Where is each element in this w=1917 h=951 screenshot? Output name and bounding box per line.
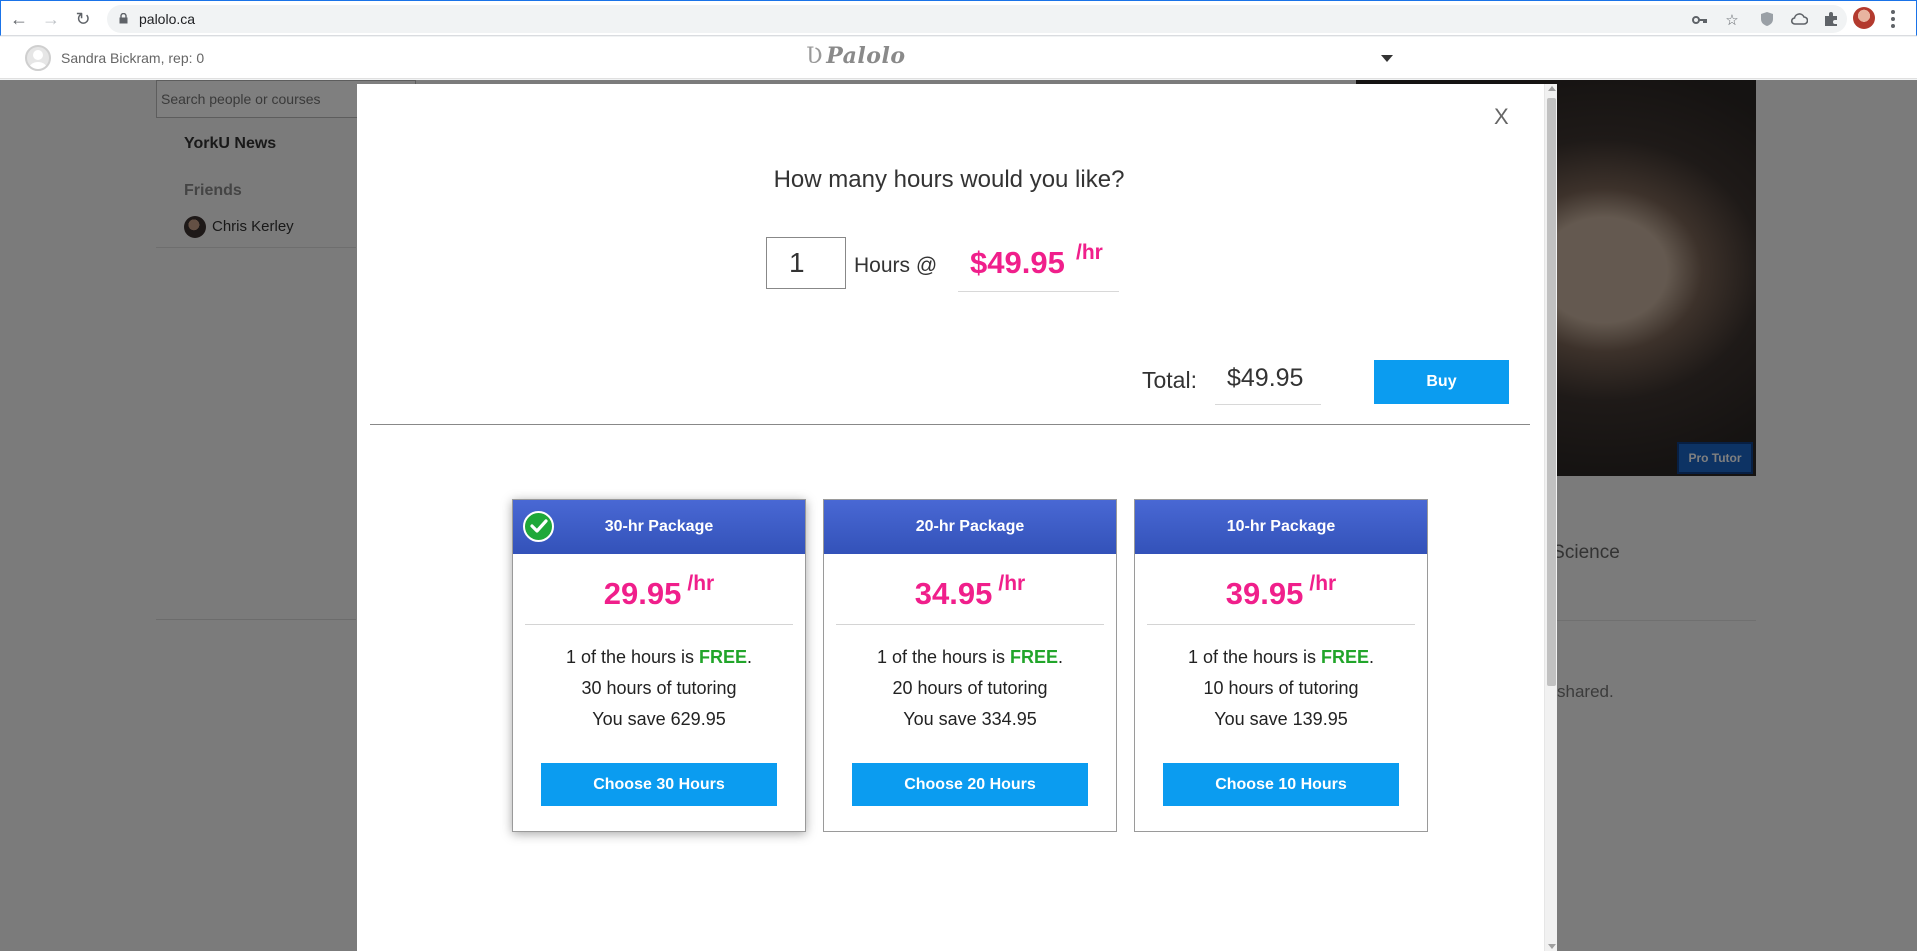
free-word: FREE — [699, 647, 748, 667]
logo-mark: Ʋ — [806, 44, 824, 69]
buy-button[interactable]: Buy — [1374, 360, 1509, 404]
divider — [836, 624, 1104, 625]
hours-line: 10 hours of tutoring — [1203, 678, 1359, 698]
package-price-unit: /hr — [1309, 572, 1337, 595]
shield-icon[interactable] — [1755, 7, 1779, 31]
rate-price: $49.95 — [970, 245, 1065, 280]
browser-toolbar: ← → ↻ palolo.ca ☆ — [0, 0, 1917, 36]
scroll-down-icon[interactable] — [1548, 944, 1556, 949]
package-price-unit: /hr — [687, 572, 715, 595]
back-icon[interactable]: ← — [7, 7, 31, 31]
package-price-unit: /hr — [998, 572, 1026, 595]
hours-line: 20 hours of tutoring — [892, 678, 1048, 698]
caret-down-icon[interactable] — [1381, 55, 1393, 62]
menu-dots-icon[interactable] — [1885, 7, 1901, 31]
avatar[interactable] — [25, 45, 51, 71]
package-header: 10-hr Package — [1135, 500, 1427, 554]
close-button[interactable]: X — [1494, 104, 1509, 130]
choose-10-hours-button[interactable]: Choose 10 Hours — [1163, 763, 1399, 806]
modal-title: How many hours would you like? — [773, 166, 1125, 193]
star-icon[interactable]: ☆ — [1723, 11, 1741, 29]
hourly-rate: $49.95 /hr — [958, 236, 1119, 292]
url-text[interactable]: palolo.ca — [139, 11, 195, 27]
user-name[interactable]: Sandra Bickram, rep: 0 — [61, 50, 204, 66]
free-suffix: . — [1369, 647, 1375, 667]
address-bar[interactable]: palolo.ca ☆ — [107, 5, 1847, 33]
site-header: Sandra Bickram, rep: 0 Ʋ Palolo — [0, 37, 1917, 79]
hours-line: 30 hours of tutoring — [581, 678, 737, 698]
rate-unit: /hr — [1076, 241, 1103, 264]
site-logo[interactable]: Ʋ Palolo — [806, 43, 906, 69]
package-price: 34.95/hr — [824, 572, 1116, 612]
package-title: 30-hr Package — [604, 518, 714, 535]
savings-line: You save 629.95 — [592, 709, 726, 729]
divider — [1147, 624, 1415, 625]
free-hour-line: 1 of the hours is FREE. — [1135, 647, 1427, 668]
choose-20-hours-button[interactable]: Choose 20 Hours — [852, 763, 1088, 806]
check-icon — [523, 511, 554, 542]
savings-line: You save 139.95 — [1214, 709, 1348, 729]
total-label: Total: — [1142, 367, 1197, 393]
package-title: 20-hr Package — [915, 518, 1025, 535]
free-prefix: 1 of the hours is — [876, 647, 1011, 667]
total-field: $49.95 — [1215, 354, 1321, 405]
cloud-icon[interactable] — [1787, 7, 1811, 31]
profile-avatar[interactable] — [1853, 7, 1875, 29]
free-suffix: . — [1058, 647, 1064, 667]
divider — [370, 424, 1530, 425]
savings-line: You save 334.95 — [903, 709, 1037, 729]
free-word: FREE — [1010, 647, 1059, 667]
logo-text: Palolo — [826, 43, 906, 69]
package-price: 39.95/hr — [1135, 572, 1427, 612]
puzzle-icon[interactable] — [1819, 7, 1843, 31]
package-card-10[interactable]: 10-hr Package 39.95/hr 1 of the hours is… — [1134, 499, 1428, 832]
scroll-thumb[interactable] — [1547, 98, 1556, 686]
package-card-20[interactable]: 20-hr Package 34.95/hr 1 of the hours is… — [823, 499, 1117, 832]
free-word: FREE — [1321, 647, 1370, 667]
package-price: 29.95/hr — [513, 572, 805, 612]
package-header: 20-hr Package — [824, 500, 1116, 554]
free-hour-line: 1 of the hours is FREE. — [824, 647, 1116, 668]
key-icon[interactable] — [1691, 11, 1709, 29]
hours-at-label: Hours @ — [854, 254, 938, 277]
free-prefix: 1 of the hours is — [1187, 647, 1322, 667]
scroll-up-icon[interactable] — [1548, 86, 1556, 91]
forward-icon[interactable]: → — [39, 7, 63, 31]
package-price-value: 29.95 — [603, 576, 682, 611]
free-suffix: . — [747, 647, 753, 667]
divider — [525, 624, 793, 625]
lock-icon — [119, 13, 128, 24]
free-hour-line: 1 of the hours is FREE. — [513, 647, 805, 668]
reload-icon[interactable]: ↻ — [71, 7, 95, 31]
total-value: $49.95 — [1227, 364, 1304, 392]
package-price-value: 34.95 — [914, 576, 993, 611]
package-card-30[interactable]: 30-hr Package 29.95/hr 1 of the hours is… — [512, 499, 806, 832]
package-header: 30-hr Package — [513, 500, 805, 554]
hours-input[interactable] — [766, 237, 846, 289]
package-price-value: 39.95 — [1225, 576, 1304, 611]
package-title: 10-hr Package — [1226, 518, 1336, 535]
free-prefix: 1 of the hours is — [565, 647, 700, 667]
modal-scrollbar[interactable] — [1544, 84, 1557, 951]
choose-30-hours-button[interactable]: Choose 30 Hours — [541, 763, 777, 806]
